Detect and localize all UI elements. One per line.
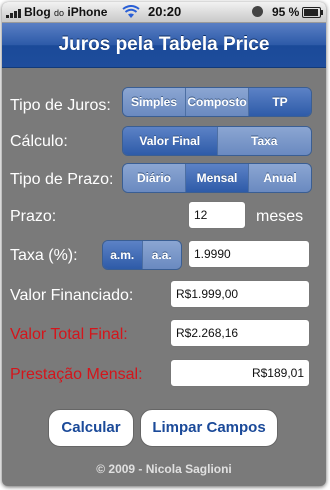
- taxa-am[interactable]: a.m.: [103, 241, 143, 269]
- device-screen: Blog do iPhone 20:20 95 % Juros pela Tab…: [2, 2, 326, 486]
- tipo-juros-tp[interactable]: TP: [249, 88, 311, 116]
- calculo-label: Cálculo:: [10, 133, 68, 150]
- prazo-unit: meses: [256, 208, 304, 225]
- tipo-prazo-anual[interactable]: Anual: [249, 164, 311, 192]
- battery-fill: [304, 9, 319, 16]
- wifi-icon: [122, 5, 140, 18]
- prestacao-mensal-label: Prestação Mensal:: [10, 366, 143, 383]
- calculo-valor-final[interactable]: Valor Final: [123, 127, 218, 155]
- taxa-label: Taxa (%):: [10, 247, 78, 264]
- taxa-input[interactable]: 1.9990: [188, 240, 310, 268]
- prazo-label: Prazo:: [10, 208, 57, 225]
- calcular-button[interactable]: Calcular: [48, 409, 134, 447]
- orientation-lock-icon: [252, 6, 263, 17]
- tipo-prazo-mensal[interactable]: Mensal: [186, 164, 249, 192]
- status-time: 20:20: [148, 4, 182, 19]
- taxa-aa[interactable]: a.a.: [142, 241, 181, 269]
- tipo-prazo-diario[interactable]: Diário: [123, 164, 186, 192]
- carrier-small-label: do: [54, 8, 65, 18]
- tipo-prazo-label: Tipo de Prazo:: [10, 171, 114, 188]
- carrier-label: Blog: [24, 5, 51, 19]
- status-bar: Blog do iPhone 20:20 95 %: [2, 2, 326, 23]
- battery-percent: 95 %: [272, 5, 300, 19]
- page-title: Juros pela Tabela Price: [2, 23, 326, 68]
- footer-copyright: © 2009 - Nicola Saglioni: [96, 462, 232, 476]
- tipo-prazo-segmented: Diário Mensal Anual: [122, 163, 312, 193]
- carrier-name: Blog do iPhone: [24, 5, 107, 19]
- device-label: iPhone: [67, 5, 108, 19]
- battery-icon: [302, 7, 323, 18]
- tipo-juros-label: Tipo de Juros:: [10, 97, 111, 114]
- prazo-input[interactable]: 12: [188, 201, 246, 229]
- calculo-taxa[interactable]: Taxa: [217, 127, 311, 155]
- valor-total-final-label: Valor Total Final:: [10, 326, 128, 343]
- valor-financiado-label: Valor Financiado:: [10, 287, 134, 304]
- valor-financiado-input[interactable]: R$1.999,00: [170, 280, 310, 308]
- tipo-juros-composto[interactable]: Composto: [186, 88, 249, 116]
- calculo-segmented: Valor Final Taxa: [122, 126, 312, 156]
- taxa-period-segmented: a.m. a.a.: [102, 240, 182, 270]
- valor-total-final-field: R$2.268,16: [170, 319, 310, 347]
- tipo-juros-simples[interactable]: Simples: [123, 88, 186, 116]
- limpar-campos-button[interactable]: Limpar Campos: [140, 409, 278, 447]
- prestacao-mensal-field: R$189,01: [170, 359, 310, 387]
- tipo-juros-segmented: Simples Composto TP: [122, 87, 312, 117]
